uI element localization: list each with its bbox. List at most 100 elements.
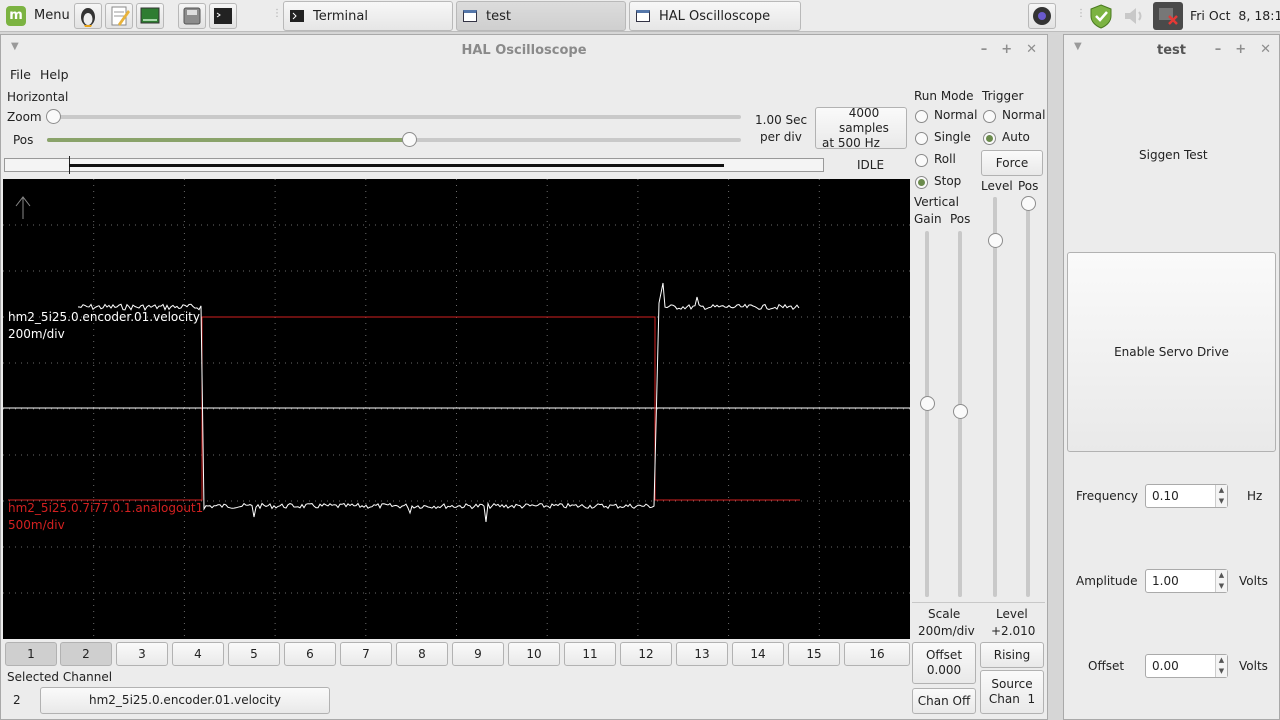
sample-rate-line2: per div (760, 130, 802, 144)
window-menu-icon[interactable]: ▼ (11, 41, 19, 52)
network-disconnected-icon[interactable] (1153, 2, 1183, 30)
channel-button-8[interactable]: 8 (396, 642, 448, 666)
update-shield-icon[interactable] (1088, 3, 1114, 32)
offset-button[interactable]: Offset 0.000 (912, 642, 976, 684)
scope-plot (3, 179, 910, 639)
enable-servo-drive-button[interactable]: Enable Servo Drive (1067, 252, 1276, 452)
channel-button-7[interactable]: 7 (340, 642, 392, 666)
trigger-source-line1: Source (991, 677, 1033, 691)
launcher-penguin-icon[interactable] (74, 3, 102, 29)
menu-help[interactable]: Help (40, 67, 69, 82)
channel-button-4[interactable]: 4 (172, 642, 224, 666)
trigger-normal-label[interactable]: Normal (1002, 108, 1045, 122)
run-mode-normal-radio[interactable] (915, 110, 928, 123)
frequency-spinbox[interactable]: 0.10 ▲ ▼ (1145, 484, 1228, 508)
trigger-pos-slider-knob[interactable] (1021, 196, 1036, 211)
samples-button[interactable]: 4000 samples at 500 Hz (815, 105, 907, 150)
task-hal-oscilloscope[interactable]: HAL Oscilloscope (629, 1, 801, 31)
pos-slider-knob[interactable] (402, 132, 417, 147)
run-mode-stop-label[interactable]: Stop (934, 174, 961, 188)
channel-button-16[interactable]: 16 (844, 642, 910, 666)
channel-button-5[interactable]: 5 (228, 642, 280, 666)
offset-value: 0.000 (926, 663, 962, 677)
show-desktop-icon[interactable] (178, 3, 206, 29)
monitor-icon[interactable] (136, 3, 164, 29)
channel-button-10[interactable]: 10 (508, 642, 560, 666)
run-mode-heading: Run Mode (914, 89, 974, 103)
trigger-level-readout-value: +2.010 (991, 624, 1036, 638)
selected-channel-heading: Selected Channel (7, 670, 113, 684)
spin-arrows-icon[interactable]: ▲ ▼ (1215, 570, 1227, 592)
window-menu-icon[interactable]: ▼ (1074, 41, 1082, 52)
trigger-auto-label[interactable]: Auto (1002, 130, 1030, 144)
window-titlebar[interactable]: ▼ test – + ✕ (1064, 35, 1279, 65)
trace-1-scale: 200m/div (8, 327, 65, 341)
close-icon[interactable]: ✕ (1260, 42, 1271, 57)
channel-button-3[interactable]: 3 (116, 642, 168, 666)
run-mode-single-radio[interactable] (915, 132, 928, 145)
siggen-heading: Siggen Test (1139, 148, 1208, 162)
channel-button-15[interactable]: 15 (788, 642, 840, 666)
rising-button[interactable]: Rising (980, 642, 1044, 668)
close-icon[interactable]: ✕ (1026, 42, 1037, 57)
channel-button-14[interactable]: 14 (732, 642, 784, 666)
window-icon (463, 10, 477, 22)
amplitude-spinbox[interactable]: 1.00 ▲ ▼ (1145, 569, 1228, 593)
pos-label: Pos (13, 133, 34, 147)
zoom-label: Zoom (7, 110, 42, 124)
menu-file[interactable]: File (10, 67, 31, 82)
vertical-heading: Vertical (914, 195, 959, 209)
zoom-slider-track[interactable] (47, 115, 741, 119)
trigger-auto-radio[interactable] (983, 132, 996, 145)
spin-arrows-icon[interactable]: ▲ ▼ (1215, 485, 1227, 507)
amplitude-unit: Volts (1239, 574, 1268, 588)
run-mode-stop-radio[interactable] (915, 176, 928, 189)
volume-icon[interactable] (1122, 6, 1148, 29)
trigger-heading: Trigger (982, 89, 1024, 103)
clock[interactable]: Fri Oct 8, 18:17 (1190, 8, 1280, 23)
force-button[interactable]: Force (981, 150, 1043, 176)
maximize-icon[interactable]: + (1001, 42, 1012, 57)
minimize-icon[interactable]: – (1215, 42, 1222, 57)
channel-button-11[interactable]: 11 (564, 642, 616, 666)
channel-button-9[interactable]: 9 (452, 642, 504, 666)
task-terminal[interactable]: Terminal (283, 1, 453, 31)
run-mode-single-label[interactable]: Single (934, 130, 971, 144)
trigger-pos-slider-track[interactable] (1026, 197, 1030, 597)
sample-rate-line1: 1.00 Sec (755, 113, 808, 127)
terminal-launcher-icon[interactable] (209, 3, 237, 29)
scope-display[interactable]: hm2_5i25.0.encoder.01.velocity 200m/div … (3, 179, 910, 639)
trigger-source-button[interactable]: Source Chan 1 (980, 670, 1044, 714)
run-mode-roll-radio[interactable] (915, 154, 928, 167)
maximize-icon[interactable]: + (1235, 42, 1246, 57)
text-editor-icon[interactable] (105, 3, 133, 29)
trigger-level-slider-knob[interactable] (988, 233, 1003, 248)
webcam-icon[interactable] (1028, 3, 1056, 29)
run-mode-roll-label[interactable]: Roll (934, 152, 956, 166)
run-mode-normal-label[interactable]: Normal (934, 108, 977, 122)
channel-button-6[interactable]: 6 (284, 642, 336, 666)
trigger-level-slider-track[interactable] (993, 197, 997, 597)
window-titlebar[interactable]: ▼ HAL Oscilloscope – + ✕ (1, 35, 1047, 65)
chan-off-button[interactable]: Chan Off (912, 688, 976, 714)
channel-button-2[interactable]: 2 (60, 642, 112, 666)
mint-logo-icon[interactable]: m (6, 6, 26, 26)
spin-arrows-icon[interactable]: ▲ ▼ (1215, 655, 1227, 677)
channel-button-1[interactable]: 1 (5, 642, 57, 666)
task-label: test (486, 8, 511, 24)
offset-field-label: Offset (1088, 659, 1125, 673)
task-test[interactable]: test (456, 1, 626, 31)
minimize-icon[interactable]: – (981, 42, 988, 57)
offset-spinbox[interactable]: 0.00 ▲ ▼ (1145, 654, 1228, 678)
selected-channel-name-button[interactable]: hm2_5i25.0.encoder.01.velocity (40, 687, 330, 714)
vertical-gain-slider-knob[interactable] (920, 396, 935, 411)
record-position-bar[interactable] (4, 156, 824, 174)
channel-button-13[interactable]: 13 (676, 642, 728, 666)
channel-button-12[interactable]: 12 (620, 642, 672, 666)
zoom-slider-knob[interactable] (46, 109, 61, 124)
menu-label[interactable]: Menu (34, 8, 70, 23)
samples-line1: 4000 samples (839, 105, 889, 135)
trigger-normal-radio[interactable] (983, 110, 996, 123)
trace-1-name: hm2_5i25.0.encoder.01.velocity (8, 310, 200, 324)
vertical-pos-slider-knob[interactable] (953, 404, 968, 419)
